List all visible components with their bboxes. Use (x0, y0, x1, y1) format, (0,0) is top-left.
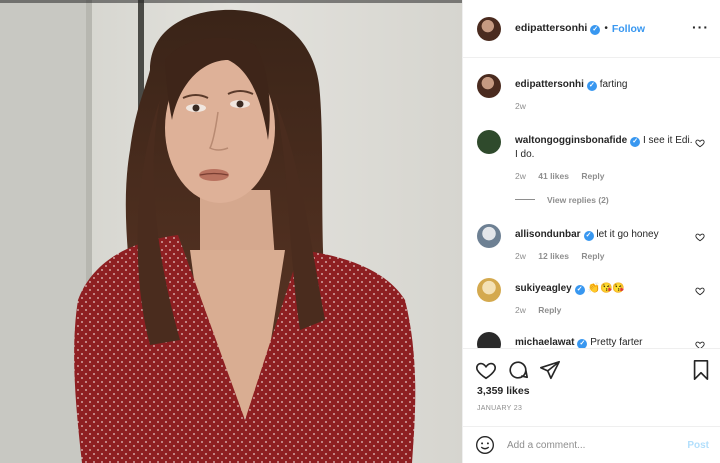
like-comment-heart-icon[interactable] (695, 138, 705, 148)
more-options-icon[interactable]: ··· (692, 20, 709, 34)
caption-text: farting (599, 79, 628, 90)
commenter-username[interactable]: allisondunbar (515, 229, 581, 240)
comment-text: 👏😘😘 (587, 283, 625, 294)
view-replies-label[interactable]: View replies (2) (547, 195, 609, 205)
verified-badge-icon: ✓ (586, 81, 597, 91)
post-side-panel: edipattersonhi ✓ • Follow ··· edipatterso… (462, 0, 720, 463)
comment-icon[interactable] (507, 359, 529, 381)
comment-age: 2w (515, 305, 526, 315)
author-username-text[interactable]: edipattersonhi (515, 22, 587, 34)
follow-button[interactable]: Follow (612, 23, 645, 35)
commenter-avatar[interactable] (477, 332, 501, 348)
reply-button[interactable]: Reply (538, 305, 561, 315)
verified-badge-icon: ✓ (583, 231, 594, 241)
verified-badge-icon: ✓ (577, 339, 588, 348)
separator-dot: • (604, 23, 608, 34)
comments-list[interactable]: edipattersonhi ✓ farting 2w waltongoggins… (463, 58, 720, 348)
like-comment-heart-icon[interactable] (695, 286, 705, 296)
commenter-username[interactable]: waltongogginsbonafide (515, 135, 627, 146)
author-avatar[interactable] (477, 16, 501, 41)
view-replies-button[interactable]: View replies (2) (515, 195, 609, 205)
commenter-avatar[interactable] (477, 224, 501, 248)
bookmark-icon[interactable] (691, 359, 711, 381)
commenter-username[interactable]: sukiyeagley (515, 283, 572, 294)
comment-likes[interactable]: 12 likes (538, 251, 569, 261)
post-photo[interactable] (0, 0, 462, 463)
comment-text: let it go honey (596, 229, 659, 240)
caption-avatar[interactable] (477, 74, 501, 98)
verified-badge-icon: ✓ (630, 137, 641, 147)
verified-badge-icon: ✓ (590, 25, 601, 35)
add-comment-input[interactable]: Add a comment... (507, 440, 687, 451)
like-comment-heart-icon[interactable] (695, 232, 705, 242)
view-replies-line (515, 199, 535, 200)
portrait-image (0, 0, 462, 463)
author-username[interactable]: edipattersonhi ✓ (515, 22, 601, 35)
post-header: edipattersonhi ✓ • Follow ··· (463, 0, 720, 58)
post-actions: 3,359 likes JANUARY 23 (463, 348, 720, 428)
post-date: JANUARY 23 (477, 405, 523, 412)
heart-icon[interactable] (475, 359, 497, 381)
commenter-avatar[interactable] (477, 130, 501, 154)
share-icon[interactable] (539, 359, 561, 381)
comment-text: Pretty farter (590, 337, 643, 348)
caption-age: 2w (515, 101, 526, 111)
verified-badge-icon: ✓ (574, 285, 585, 295)
reply-button[interactable]: Reply (581, 251, 604, 261)
add-comment-bar: Add a comment... Post (463, 426, 720, 463)
caption-username[interactable]: edipattersonhi (515, 79, 584, 90)
post-comment-button[interactable]: Post (687, 440, 709, 451)
reply-button[interactable]: Reply (581, 171, 604, 181)
emoji-icon[interactable] (475, 435, 495, 455)
like-comment-heart-icon[interactable] (695, 340, 705, 348)
comment-age: 2w (515, 171, 526, 181)
commenter-username[interactable]: michaelawat (515, 337, 574, 348)
commenter-avatar[interactable] (477, 278, 501, 302)
comment-age: 2w (515, 251, 526, 261)
likes-count[interactable]: 3,359 likes (477, 385, 530, 397)
comment-likes[interactable]: 41 likes (538, 171, 569, 181)
